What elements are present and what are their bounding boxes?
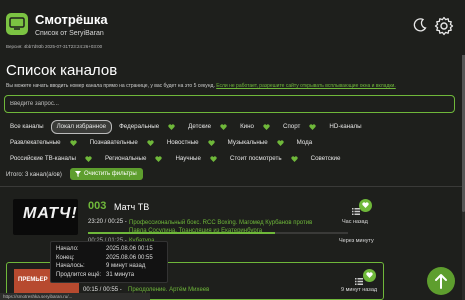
scroll-to-top-button[interactable] <box>427 267 455 295</box>
heart-icon[interactable] <box>208 139 215 146</box>
heart-icon[interactable] <box>70 139 77 146</box>
popup-permission-link[interactable]: Если не работает, разрешите сайту открыв… <box>216 83 396 89</box>
filter-news[interactable]: Новостные <box>162 137 204 149</box>
heart-icon[interactable] <box>155 155 163 162</box>
filter-hd[interactable]: HD-каналы <box>324 121 366 133</box>
divider <box>0 186 462 187</box>
channel-logo: МАТЧ! <box>13 199 78 235</box>
heart-icon[interactable] <box>263 123 270 130</box>
arrow-up-icon <box>435 274 447 289</box>
filter-entertainment[interactable]: Развлекательные <box>5 137 66 149</box>
version-text: Версия: 4bb7d93b 2025-07-31T23:24:26+03:… <box>6 44 103 49</box>
tv-logo-icon <box>6 13 28 35</box>
favorite-heart-icon[interactable] <box>359 199 372 212</box>
tooltip-key: Продлится ещё: <box>56 271 102 278</box>
filter-russian-tv[interactable]: Российские ТВ-каналы <box>5 153 81 165</box>
app-title: Смотрёшка <box>35 12 108 27</box>
header: Смотрёшка Список от SeryiBaran Версия: 4… <box>0 0 465 55</box>
hint-text: Вы можете начать вводить номер канала пр… <box>6 83 396 89</box>
tooltip-key: Начало: <box>56 246 79 252</box>
channel-number: 003 <box>88 200 107 212</box>
heart-icon[interactable] <box>277 139 284 146</box>
favorite-heart-icon[interactable] <box>363 269 376 282</box>
tooltip-key: Конец: <box>56 254 75 261</box>
tooltip-value: 9 минут назад <box>106 263 146 269</box>
app-subtitle: Список от SeryiBaran <box>35 30 104 37</box>
search-input[interactable] <box>4 95 455 113</box>
filter-federal[interactable]: Федеральные <box>114 121 164 133</box>
result-count: Итого: 3 канал(а/ов) <box>6 172 62 178</box>
channel-logo-text: ПРЕМЬЕР <box>18 277 48 283</box>
heart-icon[interactable] <box>309 123 317 130</box>
filter-icon <box>75 171 81 177</box>
next-program-relative-time: Через минуту <box>339 238 374 244</box>
gear-icon[interactable] <box>434 16 454 41</box>
filter-row-1: Все каналы Локал избранное Федеральные Д… <box>5 119 369 134</box>
tooltip-row: Продлится ещё: 31 минута <box>56 271 162 280</box>
tooltip-key: Началось: <box>56 263 85 269</box>
list-icon[interactable] <box>355 272 363 290</box>
heart-icon[interactable] <box>147 139 154 146</box>
program-tooltip: Начало: 2025.08.06 00:15 Конец: 2025.08.06… <box>50 241 168 283</box>
heart-icon[interactable] <box>210 155 217 162</box>
moon-icon[interactable] <box>412 17 428 38</box>
tooltip-value: 2025.08.06 00:55 <box>106 254 153 261</box>
program-time: 23:20 / 00:25 - <box>88 219 127 225</box>
tooltip-row: Конец: 2025.08.06 00:55 <box>56 254 162 263</box>
filter-educational[interactable]: Познавательные <box>85 137 143 149</box>
channel-name: Матч ТВ <box>114 202 150 212</box>
filter-science[interactable]: Научные <box>170 153 205 165</box>
tooltip-row: Начало: 2025.08.06 00:15 <box>56 245 162 254</box>
heart-icon[interactable] <box>220 123 227 130</box>
clear-filters-button[interactable]: Очистить фильтры <box>70 168 143 180</box>
status-url: https://smotreshka.seryibaran.ru/... <box>0 293 150 300</box>
tooltip-row: Началось: 9 минут назад <box>56 262 162 271</box>
filter-row-3: Российские ТВ-каналы Региональные Научны… <box>5 152 347 165</box>
channel-logo-text: МАТЧ! <box>23 205 78 222</box>
filter-regional[interactable]: Региональные <box>100 153 151 165</box>
heart-icon[interactable] <box>290 155 298 162</box>
filter-row-2: Развлекательные Познавательные Новостные… <box>5 136 319 149</box>
filter-worth-watching[interactable]: Стоит посмотреть <box>225 153 287 165</box>
filter-all[interactable]: Все каналы <box>5 121 49 133</box>
page-title: Список каналов <box>6 62 118 79</box>
filter-movies[interactable]: Кино <box>235 121 259 133</box>
program-progress-fill <box>88 232 276 234</box>
filter-kids[interactable]: Детские <box>183 121 216 133</box>
filter-fashion[interactable]: Мода <box>292 137 318 149</box>
tooltip-value: 2025.08.06 00:15 <box>106 246 153 252</box>
program-progress <box>88 232 348 234</box>
clear-filters-label: Очистить фильтры <box>84 171 137 177</box>
tooltip-value: 31 минута <box>106 271 135 278</box>
filter-soviet[interactable]: Советские <box>306 153 346 165</box>
filter-local-favorites[interactable]: Локал избранное <box>50 119 113 134</box>
hint-text-main: Вы можете начать вводить номер канала пр… <box>6 83 215 89</box>
heart-icon[interactable] <box>85 155 92 162</box>
filter-music[interactable]: Музыкальные <box>223 137 273 149</box>
heart-icon[interactable] <box>168 123 175 130</box>
filter-sport[interactable]: Спорт <box>278 121 305 133</box>
